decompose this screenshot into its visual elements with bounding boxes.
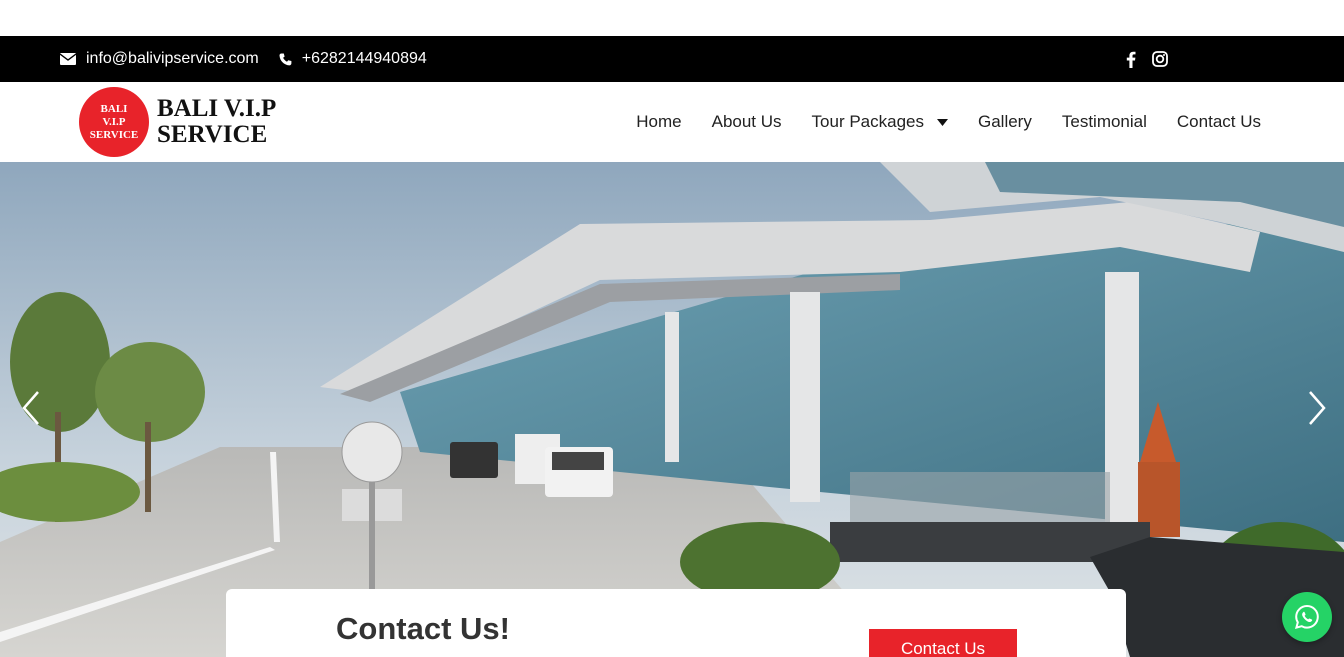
whatsapp-icon <box>1294 604 1319 629</box>
top-bar: info@balivipservice.com +6282144940894 <box>0 36 1344 82</box>
contact-cta-title: Contact Us! <box>336 611 510 646</box>
logo-text-line2: SERVICE <box>157 121 268 148</box>
nav-testimonial-label: Testimonial <box>1061 112 1147 131</box>
logo-badge: BALI V.I.P SERVICE <box>79 87 149 157</box>
nav-home[interactable]: Home <box>636 112 681 132</box>
hero-slider <box>0 162 1344 657</box>
nav-about[interactable]: About Us <box>712 112 782 132</box>
nav-tour-packages[interactable]: Tour Packages <box>812 112 948 132</box>
phone-text: +6282144940894 <box>301 50 427 67</box>
contact-cta-card: Contact Us! Contact Us <box>226 589 1126 657</box>
nav-tour-packages-label: Tour Packages <box>811 112 924 131</box>
logo-badge-line1: BALI <box>100 102 128 115</box>
logo-badge-line2: V.I.P <box>102 115 126 128</box>
nav-gallery-label: Gallery <box>978 112 1032 131</box>
social-links <box>1126 36 1168 82</box>
nav-contact[interactable]: Contact Us <box>1177 112 1261 132</box>
logo-text-line1: BALI V.I.P <box>157 95 277 122</box>
nav-testimonial[interactable]: Testimonial <box>1062 112 1147 132</box>
top-contact: info@balivipservice.com +6282144940894 <box>60 36 447 82</box>
email-text: info@balivipservice.com <box>86 50 259 67</box>
caret-down-icon <box>937 118 948 126</box>
nav-contact-label: Contact Us <box>1176 112 1261 131</box>
nav-gallery[interactable]: Gallery <box>978 112 1032 132</box>
main-navbar: BALI V.I.P SERVICE BALI V.I.P SERVICE Ho… <box>0 82 1344 162</box>
slider-next-arrow[interactable] <box>1306 388 1330 428</box>
instagram-icon[interactable] <box>1152 51 1168 67</box>
email-link[interactable]: info@balivipservice.com <box>60 50 259 68</box>
whatsapp-button[interactable] <box>1282 592 1332 642</box>
phone-link[interactable]: +6282144940894 <box>279 50 427 68</box>
contact-cta-button[interactable]: Contact Us <box>869 629 1017 657</box>
site-logo[interactable]: BALI V.I.P SERVICE BALI V.I.P SERVICE <box>79 87 276 157</box>
facebook-icon[interactable] <box>1126 51 1136 68</box>
envelope-icon <box>60 53 76 65</box>
nav-about-label: About Us <box>711 112 782 131</box>
hero-image <box>0 162 1344 657</box>
logo-badge-line3: SERVICE <box>89 128 139 141</box>
slider-prev-arrow[interactable] <box>18 388 42 428</box>
logo-text: BALI V.I.P SERVICE <box>157 96 276 148</box>
main-menu: Home About Us Tour Packages Gallery Test… <box>606 82 1261 162</box>
nav-home-label: Home <box>636 112 682 131</box>
phone-icon <box>279 53 292 65</box>
